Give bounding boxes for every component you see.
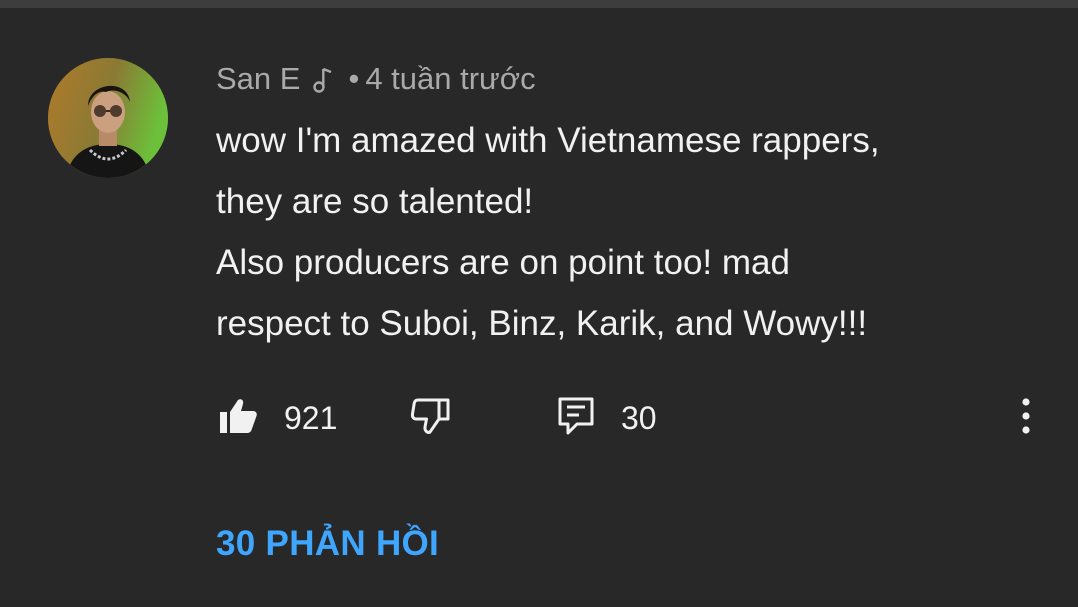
comment-meta: San E • 4 tuần trước <box>216 58 536 100</box>
top-divider <box>0 0 1078 8</box>
music-note-icon <box>312 64 334 94</box>
view-replies-link[interactable]: 30 PHẢN HỒI <box>216 524 439 564</box>
comment-line: respect to Suboi, Binz, Karik, and Wowy!… <box>216 304 868 343</box>
comment-line: Also producers are on point too! mad <box>216 243 790 282</box>
comment-line: wow I'm amazed with Vietnamese rappers, <box>216 121 880 160</box>
reply-count: 30 <box>621 399 657 436</box>
comment-timestamp[interactable]: 4 tuần trước <box>365 61 535 97</box>
like-count: 921 <box>284 399 338 436</box>
comment-actions: 921 30 <box>0 390 1078 446</box>
thumbs-down-icon <box>410 396 452 441</box>
comment-text: wow I'm amazed with Vietnamese rappers, … <box>216 110 1036 354</box>
reply-comment-icon <box>557 396 595 441</box>
thumbs-up-icon <box>218 397 258 440</box>
avatar[interactable] <box>48 58 168 178</box>
like-button[interactable]: 921 <box>218 390 337 446</box>
reply-button[interactable]: 30 <box>557 390 657 446</box>
dislike-button[interactable] <box>410 390 452 446</box>
comment-line: they are so talented! <box>216 182 534 221</box>
author-name[interactable]: San E <box>216 61 300 97</box>
more-options-button[interactable] <box>1008 390 1044 446</box>
meta-separator: • <box>348 61 360 96</box>
more-vertical-icon <box>1021 397 1031 439</box>
